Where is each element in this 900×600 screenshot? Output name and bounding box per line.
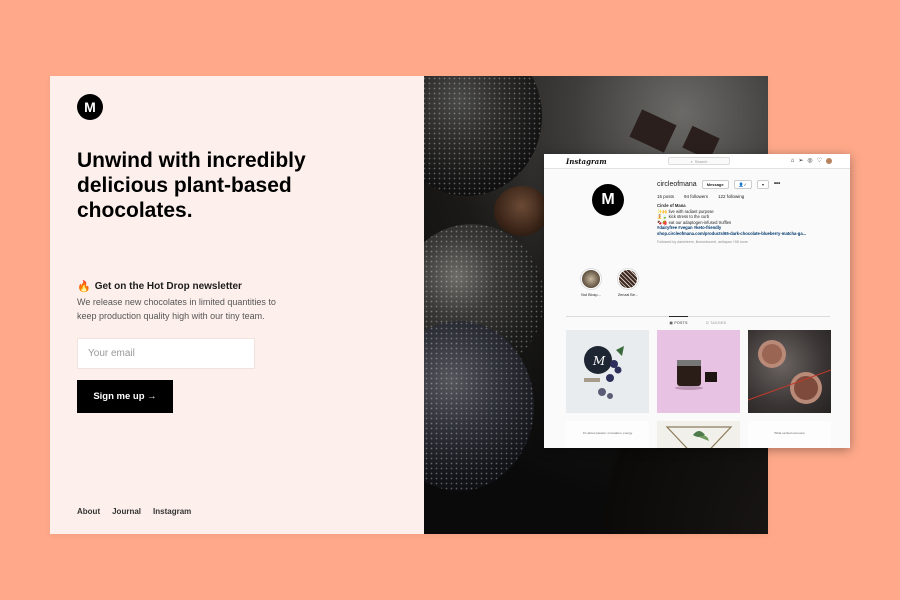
post-thumbnail[interactable]: M <box>566 330 649 413</box>
profile-tabs: ▦ POSTS ⊡ TAGGED <box>566 316 830 325</box>
chocolate-truffle <box>494 186 549 236</box>
highlight-label: Nut Blosp... <box>581 293 601 297</box>
chocolate-jar-photo <box>675 360 717 390</box>
footer-link-journal[interactable]: Journal <box>112 507 141 516</box>
search-icon: ⌕ <box>690 158 693 164</box>
chocolate-box-photo: M <box>584 346 624 399</box>
explore-icon[interactable]: ◎ <box>807 158 812 165</box>
hero-headline: Unwind with incredibly delicious plant-b… <box>77 149 306 222</box>
direct-icon[interactable]: ➢ <box>798 158 803 165</box>
chocolate-truffle <box>424 76 542 196</box>
sign-up-button[interactable]: Sign me up → <box>77 380 173 413</box>
message-button[interactable]: Message <box>701 179 729 189</box>
story-highlight[interactable]: Zenzal Be... <box>613 268 643 297</box>
brand-logo[interactable]: M <box>77 94 103 120</box>
footer-nav: About Journal Instagram <box>77 507 191 516</box>
tab-posts[interactable]: ▦ POSTS <box>669 316 688 325</box>
user-avatar-icon[interactable] <box>826 158 832 164</box>
instagram-profile-screenshot: Instagram ⌕ Search ⌂ ➢ ◎ ♡ M circleofman… <box>544 154 850 448</box>
profile-stats: 15 posts 94 followers 122 following <box>657 194 843 199</box>
profile-picture: M <box>592 184 624 216</box>
signup-panel: M Unwind with incredibly delicious plant… <box>50 76 424 534</box>
posts-count: 15 posts <box>657 194 675 199</box>
post-thumbnail[interactable]: It's about passion, innovation, energy <box>566 421 649 448</box>
more-options-icon[interactable]: ••• <box>774 181 780 187</box>
footer-link-instagram[interactable]: Instagram <box>153 507 191 516</box>
post-caption: It's about passion, innovation, energy <box>582 431 633 435</box>
profile-bio: Circle of Mana ✨🙌 live with radiant purp… <box>657 203 843 245</box>
following-count[interactable]: 122 following <box>718 194 744 199</box>
heart-icon[interactable]: ♡ <box>817 158 822 165</box>
terrarium-photo <box>665 426 733 448</box>
instagram-topbar: Instagram ⌕ Search ⌂ ➢ ◎ ♡ <box>544 154 850 169</box>
profile-info: circleofmana Message 👤✓ ▾ ••• 15 posts 9… <box>657 179 843 245</box>
highlight-label: Zenzal Be... <box>617 293 639 297</box>
suggest-button[interactable]: ▾ <box>756 179 769 189</box>
bio-link[interactable]: shop.circleofmana.com/products/65-dark-c… <box>657 231 843 237</box>
followers-count[interactable]: 94 followers <box>684 194 708 199</box>
newsletter-title-text: Get on the Hot Drop newsletter <box>94 281 242 292</box>
fire-icon: 🔥 <box>77 281 91 293</box>
svg-text:M: M <box>592 354 606 368</box>
instagram-search[interactable]: ⌕ Search <box>668 157 730 165</box>
newsletter-title: 🔥 Get on the Hot Drop newsletter <box>77 280 242 293</box>
profile-username: circleofmana <box>657 180 697 188</box>
post-grid: M It's about passion, innovation, energy… <box>566 330 831 448</box>
email-input[interactable]: Your email <box>77 338 255 369</box>
home-icon[interactable]: ⌂ <box>791 158 795 165</box>
post-caption: What excited someone <box>774 431 805 435</box>
following-button[interactable]: 👤✓ <box>733 179 752 189</box>
instagram-nav-icons: ⌂ ➢ ◎ ♡ <box>791 158 832 165</box>
chocolate-drink-photo <box>748 340 831 404</box>
newsletter-description: We release new chocolates in limited qua… <box>77 297 276 321</box>
post-thumbnail[interactable] <box>657 421 740 448</box>
instagram-logo[interactable]: Instagram <box>566 157 607 166</box>
post-thumbnail[interactable] <box>748 330 831 413</box>
followed-by[interactable]: Followed by danieleem, illumedsorrel, ae… <box>657 240 843 246</box>
search-placeholder: Search <box>694 158 708 164</box>
post-thumbnail[interactable]: What excited someone <box>748 421 831 448</box>
chocolate-chunk <box>629 109 677 153</box>
footer-link-about[interactable]: About <box>77 507 100 516</box>
post-thumbnail[interactable] <box>657 330 740 413</box>
story-highlight[interactable]: Nut Blosp... <box>576 268 606 297</box>
tab-tagged[interactable]: ⊡ TAGGED <box>706 321 727 325</box>
